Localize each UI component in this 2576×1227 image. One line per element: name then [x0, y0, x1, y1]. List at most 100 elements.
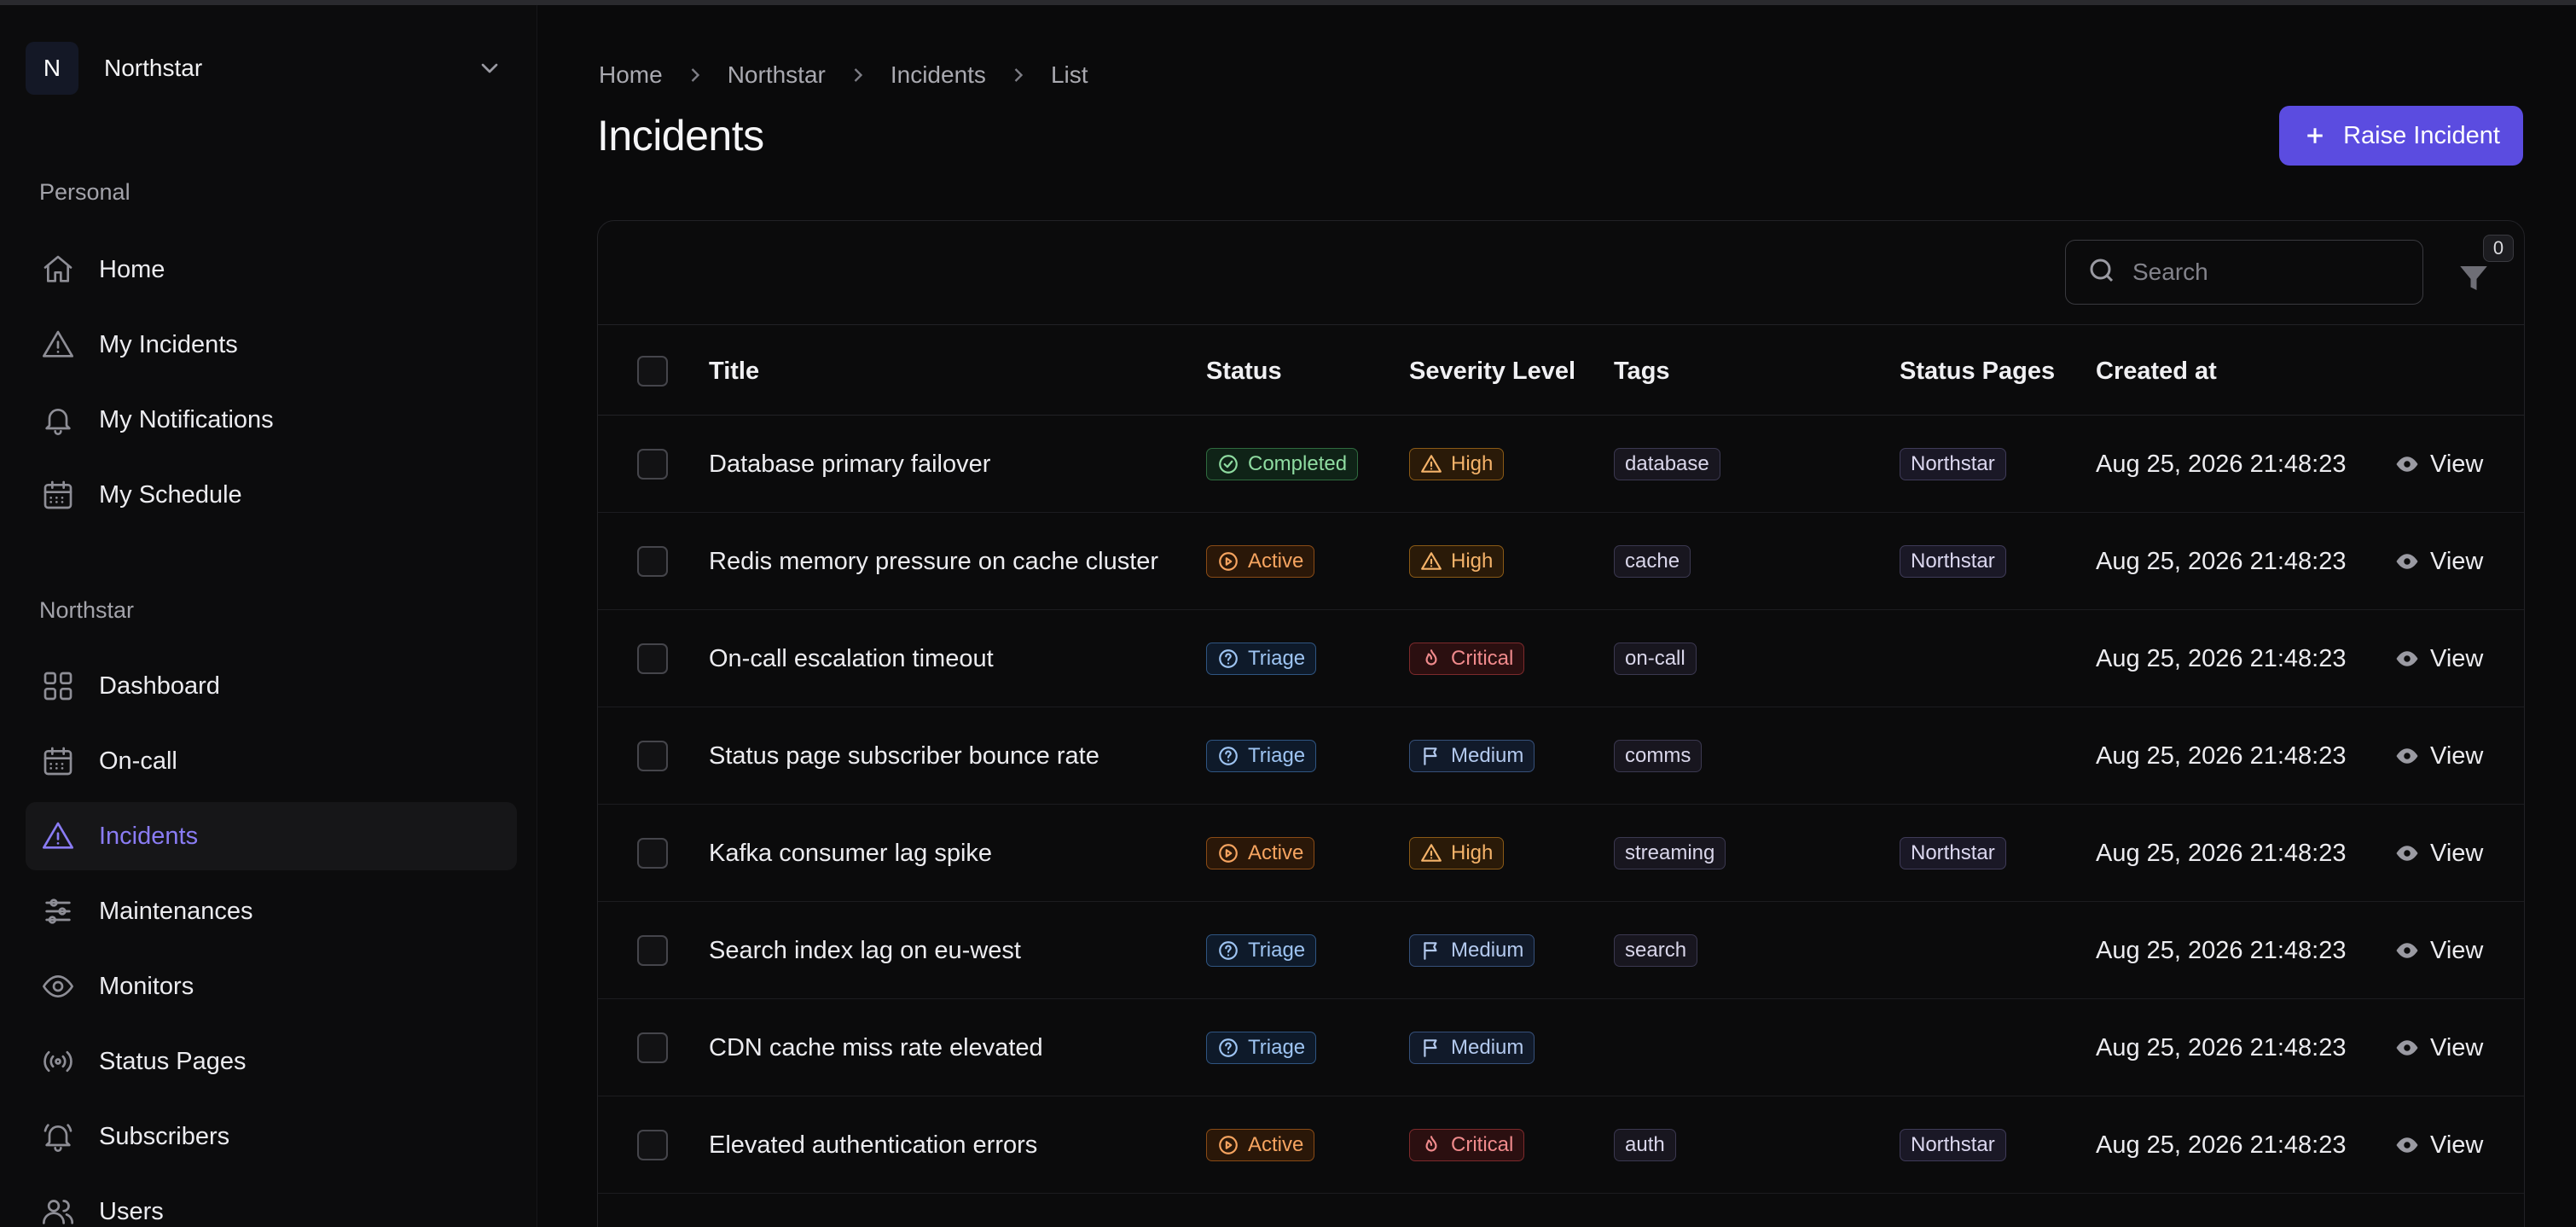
view-link[interactable]: View [2394, 1131, 2483, 1160]
view-label: View [2430, 1033, 2484, 1061]
chevron-right-icon [1007, 63, 1030, 87]
sidebar-item-label: Maintenances [99, 897, 253, 925]
sidebar-item-on-call[interactable]: On-call [26, 727, 517, 795]
header-created-at[interactable]: Created at [2096, 358, 2217, 386]
tag-badge: search [1614, 934, 1698, 967]
grid-icon [39, 667, 77, 705]
incident-title[interactable]: On-call escalation timeout [709, 610, 994, 707]
table-row[interactable]: Elevated authentication errors Active Crit… [598, 1096, 2524, 1194]
tag-badge: comms [1614, 740, 1703, 772]
created-at: Aug 25, 2026 21:48:23 [2096, 450, 2347, 478]
sidebar-item-users[interactable]: Users [26, 1178, 517, 1227]
view-link[interactable]: View [2394, 645, 2483, 673]
row-checkbox[interactable] [637, 546, 668, 577]
view-link[interactable]: View [2394, 1034, 2483, 1062]
status-badge-label: Active [1248, 841, 1304, 864]
breadcrumb-home[interactable]: Home [599, 61, 663, 89]
tag-badge: auth [1614, 1129, 1676, 1161]
incident-title[interactable]: CDN cache miss rate elevated [709, 999, 1043, 1096]
table-row[interactable]: Redis memory pressure on cache cluster Ac… [598, 513, 2524, 610]
table-toolbar: 0 [598, 221, 2524, 325]
row-checkbox[interactable] [637, 1032, 668, 1063]
header-severity[interactable]: Severity Level [1409, 358, 1575, 386]
users-icon [39, 1193, 77, 1227]
incident-title[interactable]: Database primary failover [709, 416, 990, 513]
sidebar-item-home[interactable]: Home [26, 236, 517, 304]
sidebar: N Northstar Personal Home My Incidents M… [0, 5, 537, 1227]
view-label: View [2430, 741, 2484, 770]
row-checkbox[interactable] [637, 1130, 668, 1160]
severity-badge: Medium [1409, 740, 1535, 772]
header-status[interactable]: Status [1206, 358, 1282, 386]
sidebar-item-maintenances[interactable]: Maintenances [26, 877, 517, 945]
incident-title[interactable]: Kafka consumer lag spike [709, 805, 992, 902]
severity-badge-label: Medium [1451, 1036, 1524, 1059]
incident-title[interactable]: Redis memory pressure on cache cluster [709, 513, 1158, 610]
sidebar-item-incidents[interactable]: Incidents [26, 802, 517, 870]
table-row[interactable]: Search index lag on eu-west Triage Medium s… [598, 902, 2524, 999]
raise-incident-label: Raise Incident [2343, 121, 2500, 149]
severity-badge-label: Critical [1451, 1133, 1514, 1156]
sidebar-item-label: Incidents [99, 822, 199, 850]
incident-title[interactable]: Status page subscriber bounce rate [709, 707, 1099, 805]
incident-title[interactable]: Elevated authentication errors [709, 1096, 1037, 1194]
sidebar-item-label: Dashboard [99, 672, 220, 700]
view-link[interactable]: View [2394, 548, 2483, 576]
table-row[interactable]: CDN cache miss rate elevated Triage Medium… [598, 999, 2524, 1096]
status-page-badge: Northstar [1900, 448, 2006, 480]
view-link[interactable]: View [2394, 840, 2483, 868]
select-all-checkbox[interactable] [637, 356, 668, 387]
sidebar-item-my-incidents[interactable]: My Incidents [26, 311, 517, 379]
status-badge: Triage [1206, 1032, 1317, 1064]
flag-icon [1420, 745, 1451, 767]
header-tags[interactable]: Tags [1614, 358, 1670, 386]
severity-badge: High [1409, 545, 1505, 578]
header-status-pages[interactable]: Status Pages [1900, 358, 2055, 386]
search-input[interactable] [2132, 259, 2405, 286]
header-title[interactable]: Title [709, 358, 759, 386]
chevron-down-icon [476, 55, 503, 82]
alert-triangle-icon [39, 326, 77, 363]
table-row[interactable]: On-call escalation timeout Triage Critical… [598, 610, 2524, 707]
sidebar-item-my-notifications[interactable]: My Notifications [26, 386, 517, 454]
sidebar-item-monitors[interactable]: Monitors [26, 952, 517, 1021]
sidebar-item-label: Subscribers [99, 1122, 230, 1150]
created-at: Aug 25, 2026 21:48:23 [2096, 936, 2347, 964]
created-at: Aug 25, 2026 21:48:23 [2096, 1033, 2347, 1061]
view-link[interactable]: View [2394, 451, 2483, 479]
status-page-badge: Northstar [1900, 1129, 2006, 1161]
row-checkbox[interactable] [637, 838, 668, 869]
row-checkbox[interactable] [637, 449, 668, 480]
incidents-table-panel: 0 Title Status Severity Level Tags Statu… [597, 220, 2525, 1227]
status-badge: Completed [1206, 448, 1359, 480]
play-circle-icon [1217, 842, 1248, 864]
org-switcher[interactable]: N Northstar [26, 34, 503, 102]
severity-badge-label: Critical [1451, 647, 1514, 670]
row-checkbox[interactable] [637, 741, 668, 771]
breadcrumb-org[interactable]: Northstar [728, 61, 826, 89]
incident-title[interactable]: Search index lag on eu-west [709, 902, 1021, 999]
sliders-icon [39, 893, 77, 930]
row-checkbox[interactable] [637, 935, 668, 966]
sidebar-item-my-schedule[interactable]: My Schedule [26, 461, 517, 529]
search-box[interactable] [2065, 240, 2423, 305]
sidebar-item-subscribers[interactable]: Subscribers [26, 1102, 517, 1171]
severity-badge: Medium [1409, 1032, 1535, 1064]
table-row[interactable]: Kafka consumer lag spike Active High stream… [598, 805, 2524, 902]
calendar-icon [39, 476, 77, 514]
bell-ring-icon [39, 1118, 77, 1155]
table-row[interactable]: Status page subscriber bounce rate Triage… [598, 707, 2524, 805]
view-link[interactable]: View [2394, 742, 2483, 771]
table-row[interactable]: Database primary failover Completed High da… [598, 416, 2524, 513]
status-badge-label: Active [1248, 550, 1304, 573]
view-link[interactable]: View [2394, 937, 2483, 965]
warning-triangle-icon [1420, 550, 1451, 573]
section-label-personal: Personal [39, 179, 131, 205]
sidebar-item-dashboard[interactable]: Dashboard [26, 652, 517, 720]
sidebar-item-status-pages[interactable]: Status Pages [26, 1027, 517, 1096]
severity-badge-label: High [1451, 452, 1494, 475]
check-circle-icon [1217, 453, 1248, 475]
row-checkbox[interactable] [637, 643, 668, 674]
raise-incident-button[interactable]: Raise Incident [2279, 106, 2523, 166]
breadcrumb-incidents[interactable]: Incidents [891, 61, 986, 89]
